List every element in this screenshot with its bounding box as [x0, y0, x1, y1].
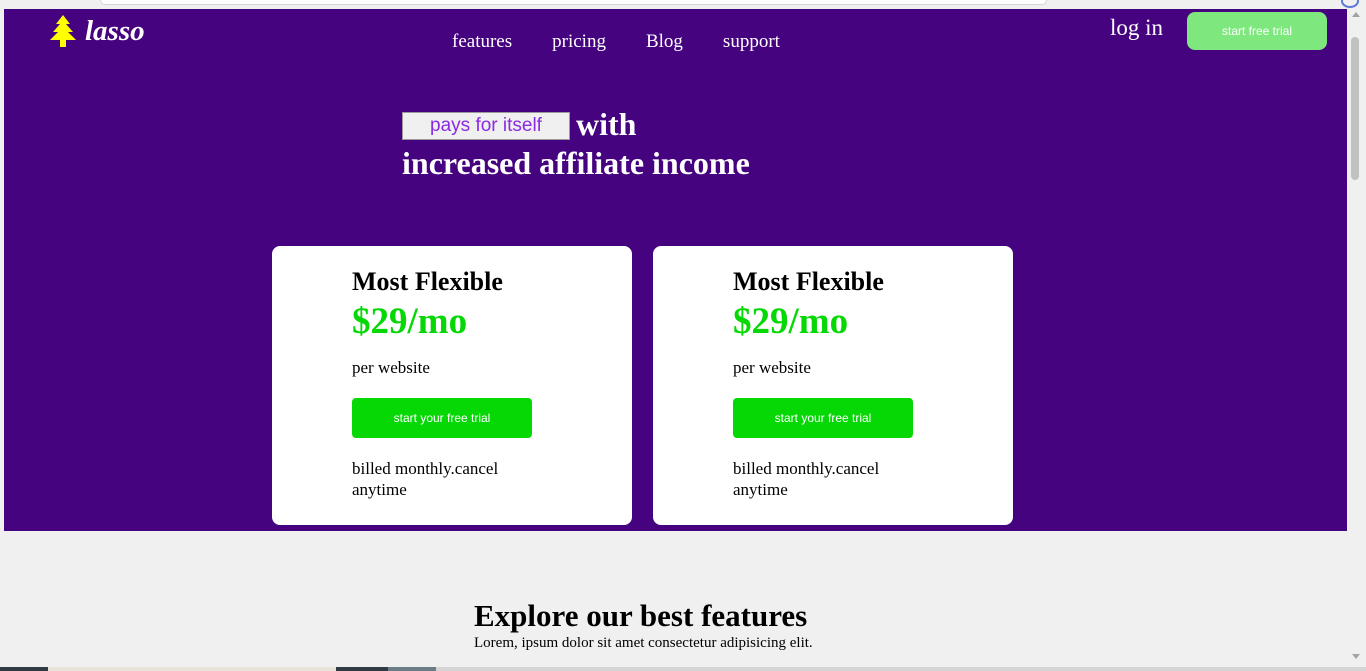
hero-section: lasso features pricing Blog support log …: [4, 9, 1347, 531]
features-heading: Explore our best features: [474, 598, 808, 633]
price-unit: per website: [352, 358, 430, 377]
hero-headline: pays for itself with increased affiliate …: [402, 105, 750, 183]
start-your-free-trial-button[interactable]: start your free trial: [352, 398, 532, 438]
page-scrollbar[interactable]: [1347, 9, 1366, 667]
taskbar-segment: [336, 667, 388, 671]
typed-word-box: pays for itself: [402, 111, 570, 140]
plan-price: $29/mo: [733, 301, 849, 342]
taskbar-edge: [0, 667, 1366, 671]
nav-features[interactable]: features: [452, 31, 512, 53]
taskbar-segment: [436, 667, 1366, 671]
features-subtitle: Lorem, ipsum dolor sit amet consectetur …: [474, 635, 813, 651]
address-bar[interactable]: [100, 0, 1047, 5]
logo-text: lasso: [85, 14, 145, 47]
scroll-up-arrow-icon[interactable]: [1352, 12, 1360, 17]
nav-support[interactable]: support: [723, 31, 780, 53]
login-link[interactable]: log in: [1110, 15, 1163, 41]
pricing-card: Most Flexible $29/mo per website start y…: [272, 246, 632, 525]
billing-note: billed monthly.cancel anytime: [733, 459, 880, 499]
start-free-trial-button[interactable]: start free trial: [1187, 12, 1327, 50]
plan-name: Most Flexible: [352, 267, 503, 296]
headline-line2: increased affiliate income: [402, 145, 750, 181]
billing-note: billed monthly.cancel anytime: [352, 459, 499, 499]
plan-price: $29/mo: [352, 301, 468, 342]
nav-blog[interactable]: Blog: [646, 31, 683, 53]
extension-icon[interactable]: [1341, 0, 1359, 8]
main-nav: features pricing Blog support: [452, 31, 820, 53]
pricing-card: Most Flexible $29/mo per website start y…: [653, 246, 1013, 525]
scroll-down-arrow-icon[interactable]: [1352, 654, 1360, 659]
taskbar-segment: [48, 667, 336, 671]
taskbar-segment: [0, 667, 48, 671]
plan-name: Most Flexible: [733, 267, 884, 296]
browser-top-strip: [0, 0, 1366, 9]
nav-pricing[interactable]: pricing: [552, 31, 606, 53]
taskbar-segment: [388, 667, 436, 671]
tree-icon: [50, 15, 76, 47]
logo[interactable]: lasso: [48, 11, 145, 51]
price-unit: per website: [733, 358, 811, 377]
headline-line1: with: [576, 106, 637, 142]
start-your-free-trial-button[interactable]: start your free trial: [733, 398, 913, 438]
scrollbar-thumb[interactable]: [1351, 37, 1359, 180]
